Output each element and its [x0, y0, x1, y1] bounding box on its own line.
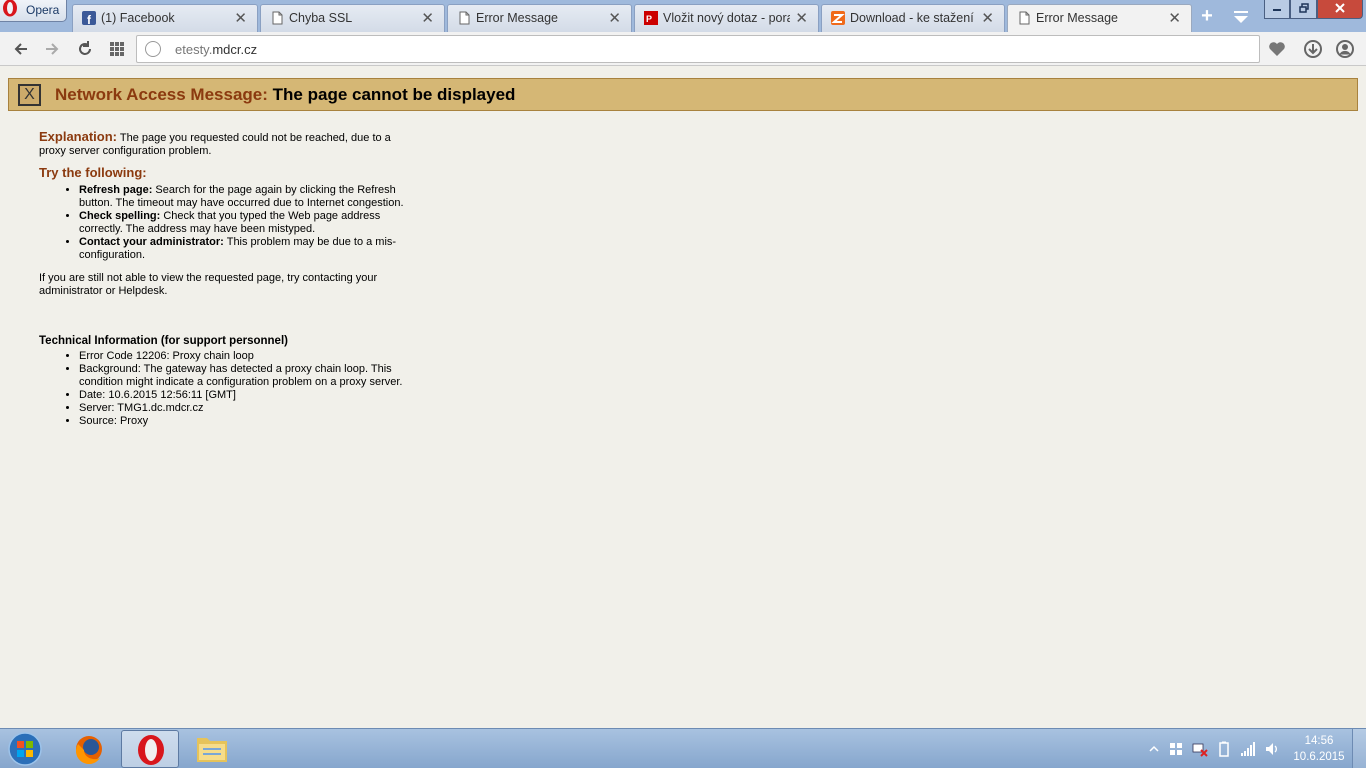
tab-close-icon[interactable]: ✕ — [608, 9, 621, 27]
page-icon — [272, 11, 283, 25]
tab-label: Download - ke stažení zdarma — [850, 11, 976, 25]
browser-tab-bar: Opera f (1) Facebook ✕ Chyba SSL ✕ Error… — [0, 0, 1366, 32]
tech-heading: Technical Information (for support perso… — [39, 335, 288, 347]
tab-download[interactable]: Download - ke stažení zdarma ✕ — [821, 4, 1005, 32]
windows-start-icon[interactable] — [6, 731, 44, 767]
banner-main-title: The page cannot be displayed — [272, 85, 516, 104]
tab-close-icon[interactable]: ✕ — [234, 9, 247, 27]
tab-close-icon[interactable]: ✕ — [981, 9, 994, 27]
list-item: Check spelling: Check that you typed the… — [79, 210, 409, 236]
suggestion-label: Contact your administrator: — [79, 236, 224, 248]
tab-label: (1) Facebook — [101, 11, 175, 25]
network-error-icon[interactable] — [1192, 741, 1208, 757]
heart-icon[interactable] — [1267, 39, 1287, 59]
tab-facebook[interactable]: f (1) Facebook ✕ — [72, 4, 258, 32]
pcnet-icon: P — [644, 11, 658, 25]
download-icon[interactable] — [1303, 39, 1323, 59]
show-desktop-button[interactable] — [1352, 729, 1366, 768]
banner-prefix: Network Access Message: — [55, 85, 268, 104]
tab-chyba-ssl[interactable]: Chyba SSL ✕ — [260, 4, 445, 32]
forward-arrow-icon[interactable] — [42, 39, 62, 59]
address-bar[interactable]: etesty.mdcr.cz — [136, 35, 1260, 63]
folder-icon — [197, 738, 227, 762]
opera-menu-button[interactable]: Opera — [0, 0, 67, 22]
minimize-icon — [1273, 9, 1281, 11]
opera-logo-icon — [3, 0, 17, 17]
tab-label: Error Message — [1036, 11, 1118, 25]
tab-menu-icon[interactable] — [1230, 5, 1252, 27]
list-item: Source: Proxy — [79, 415, 409, 428]
clock-date: 10.6.2015 — [1293, 751, 1345, 763]
tab-label: Error Message — [476, 11, 558, 25]
battery-icon[interactable] — [1216, 741, 1232, 757]
minimize-button[interactable] — [1264, 0, 1290, 19]
list-item: Error Code 12206: Proxy chain loop — [79, 350, 409, 363]
windows-taskbar: 14:56 10.6.2015 — [0, 728, 1366, 768]
tab-error-message[interactable]: Error Message ✕ — [447, 4, 632, 32]
tab-pcnet-poradna[interactable]: P Vložit nový dotaz - poradna ✕ — [634, 4, 819, 32]
suggestion-label: Refresh page: — [79, 184, 153, 196]
show-hidden-icons-icon[interactable] — [1146, 741, 1162, 757]
taskbar-opera[interactable] — [121, 730, 179, 768]
tab-error-message-active[interactable]: Error Message ✕ — [1007, 4, 1192, 32]
explanation: Explanation: The page you requested coul… — [39, 130, 409, 158]
banner-title: Network Access Message: The page cannot … — [55, 85, 515, 105]
account-icon[interactable] — [1335, 39, 1355, 59]
url-domain: mdcr.cz — [212, 42, 258, 57]
taskbar-firefox[interactable] — [60, 730, 118, 768]
tech-info-list: Error Code 12206: Proxy chain loop Backg… — [39, 350, 409, 428]
restore-button[interactable] — [1290, 0, 1317, 19]
opera-icon — [138, 735, 164, 765]
page-icon — [459, 11, 470, 25]
zive-icon — [831, 11, 845, 25]
close-icon — [1335, 3, 1345, 13]
tab-label: Vložit nový dotaz - poradna — [663, 11, 790, 25]
facebook-icon: f — [82, 11, 96, 25]
still-text: If you are still not able to view the re… — [39, 272, 378, 297]
signal-strength-icon[interactable] — [1240, 741, 1256, 757]
explanation-label: Explanation: — [39, 129, 118, 144]
suggestion-list: Refresh page: Search for the page again … — [39, 184, 409, 262]
reload-icon[interactable] — [75, 39, 95, 59]
list-item: Background: The gateway has detected a p… — [79, 363, 409, 389]
url-subdomain: etesty. — [175, 42, 213, 57]
site-info-icon[interactable] — [145, 41, 161, 57]
vertical-scrollbar[interactable] — [1358, 66, 1366, 728]
tab-label: Chyba SSL — [289, 11, 353, 25]
speed-dial-grid-icon[interactable] — [107, 39, 127, 59]
opera-menu-label: Opera — [26, 3, 60, 17]
action-center-flag-icon[interactable] — [1168, 741, 1184, 757]
volume-icon[interactable] — [1264, 741, 1280, 757]
clock-time: 14:56 — [1304, 735, 1334, 747]
tab-close-icon[interactable]: ✕ — [421, 9, 434, 27]
error-x-icon: X — [18, 84, 41, 106]
tab-close-icon[interactable]: ✕ — [795, 9, 808, 27]
list-item: Contact your administrator: This problem… — [79, 236, 409, 262]
list-item: Date: 10.6.2015 12:56:11 [GMT] — [79, 389, 409, 402]
new-tab-plus-icon[interactable]: + — [1196, 5, 1218, 27]
error-banner: X Network Access Message: The page canno… — [8, 78, 1358, 111]
back-arrow-icon[interactable] — [11, 39, 31, 59]
try-heading: Try the following: — [39, 165, 147, 180]
list-item: Refresh page: Search for the page again … — [79, 184, 409, 210]
address-toolbar: etesty.mdcr.cz — [0, 32, 1366, 66]
firefox-icon — [75, 736, 102, 765]
page-icon — [1019, 11, 1030, 25]
restore-icon — [1298, 3, 1309, 13]
url-text[interactable]: etesty.mdcr.cz — [175, 42, 257, 57]
suggestion-label: Check spelling: — [79, 210, 161, 222]
close-window-button[interactable] — [1317, 0, 1363, 19]
svg-text:P: P — [646, 14, 652, 24]
list-item: Server: TMG1.dc.mdcr.cz — [79, 402, 409, 415]
error-content: Explanation: The page you requested coul… — [39, 130, 409, 428]
taskbar-clock[interactable]: 14:56 10.6.2015 — [1288, 733, 1350, 765]
tab-close-icon[interactable]: ✕ — [1168, 9, 1181, 27]
taskbar-explorer[interactable] — [183, 730, 241, 768]
